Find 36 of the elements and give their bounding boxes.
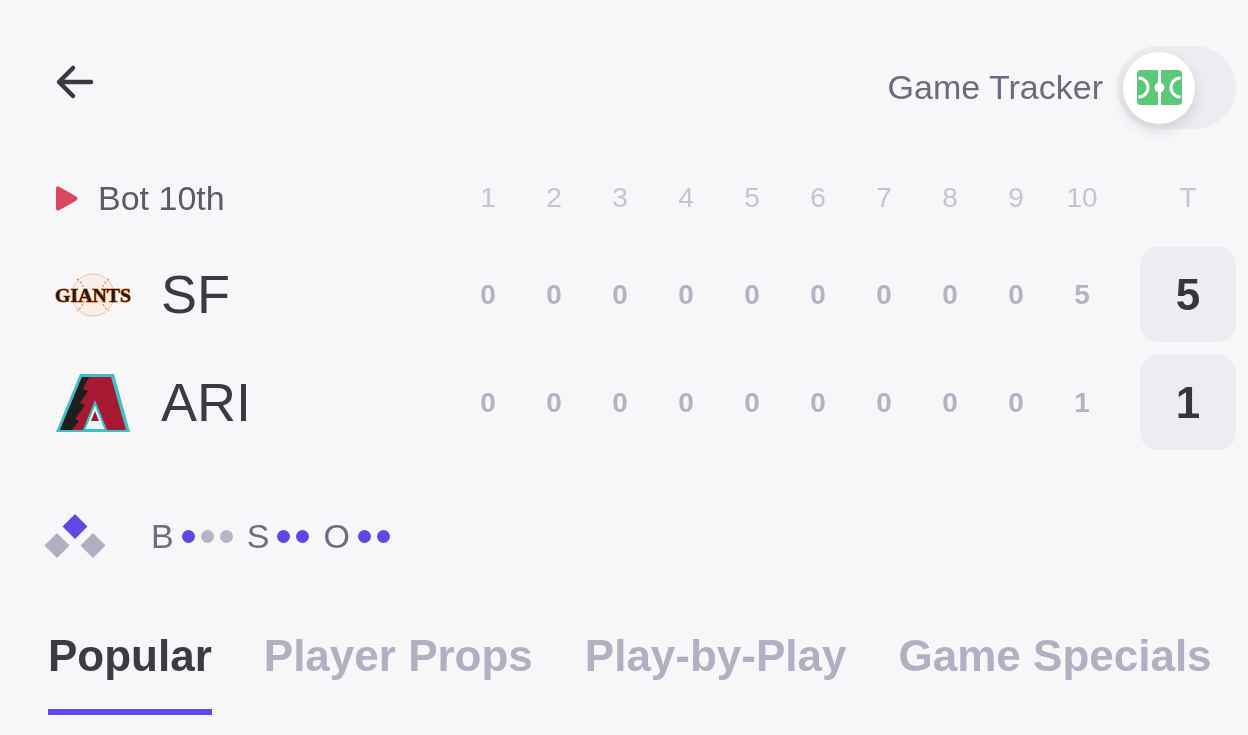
game-tracker-label: Game Tracker — [887, 67, 1103, 108]
tab[interactable]: Game Specials — [898, 621, 1212, 715]
inning-runs: 1 — [1074, 385, 1090, 420]
inning-runs: 0 — [942, 385, 958, 420]
inning-runs: 0 — [876, 385, 892, 420]
inning-runs: 0 — [942, 277, 958, 312]
total-score: 5 — [1140, 247, 1236, 342]
field-icon — [1136, 70, 1182, 105]
inning-runs: 0 — [612, 385, 628, 420]
inning-runs: 0 — [678, 277, 694, 312]
inning-runs: 0 — [1008, 277, 1024, 312]
inning-runs: 0 — [546, 385, 562, 420]
inning-runs: 0 — [546, 277, 562, 312]
inning-runs: 0 — [1008, 385, 1024, 420]
toggle-knob[interactable] — [1123, 51, 1195, 124]
tab[interactable]: Popular — [48, 621, 212, 715]
team-name: ARI — [161, 372, 252, 433]
inning-runs: 0 — [678, 385, 694, 420]
count-label: B — [151, 519, 174, 553]
inning-runs: 0 — [810, 277, 826, 312]
inning-runs: 0 — [876, 277, 892, 312]
inning-runs: 0 — [744, 277, 760, 312]
inning-runs: 5 — [1074, 277, 1090, 312]
inning-runs: 0 — [744, 385, 760, 420]
total-score: 1 — [1140, 355, 1236, 450]
inning-runs: 0 — [612, 277, 628, 312]
team-name: SF — [161, 264, 230, 325]
inning-runs: 0 — [810, 385, 826, 420]
play-icon — [53, 184, 79, 212]
tab[interactable]: Player Props — [263, 621, 533, 715]
count-label: O — [323, 519, 350, 553]
tab[interactable]: Play-by-Play — [584, 621, 847, 715]
count-label: S — [246, 519, 270, 553]
inning-status: Bot 10th — [98, 177, 225, 219]
inning-runs: 0 — [480, 277, 496, 312]
inning-runs: 0 — [480, 385, 496, 420]
